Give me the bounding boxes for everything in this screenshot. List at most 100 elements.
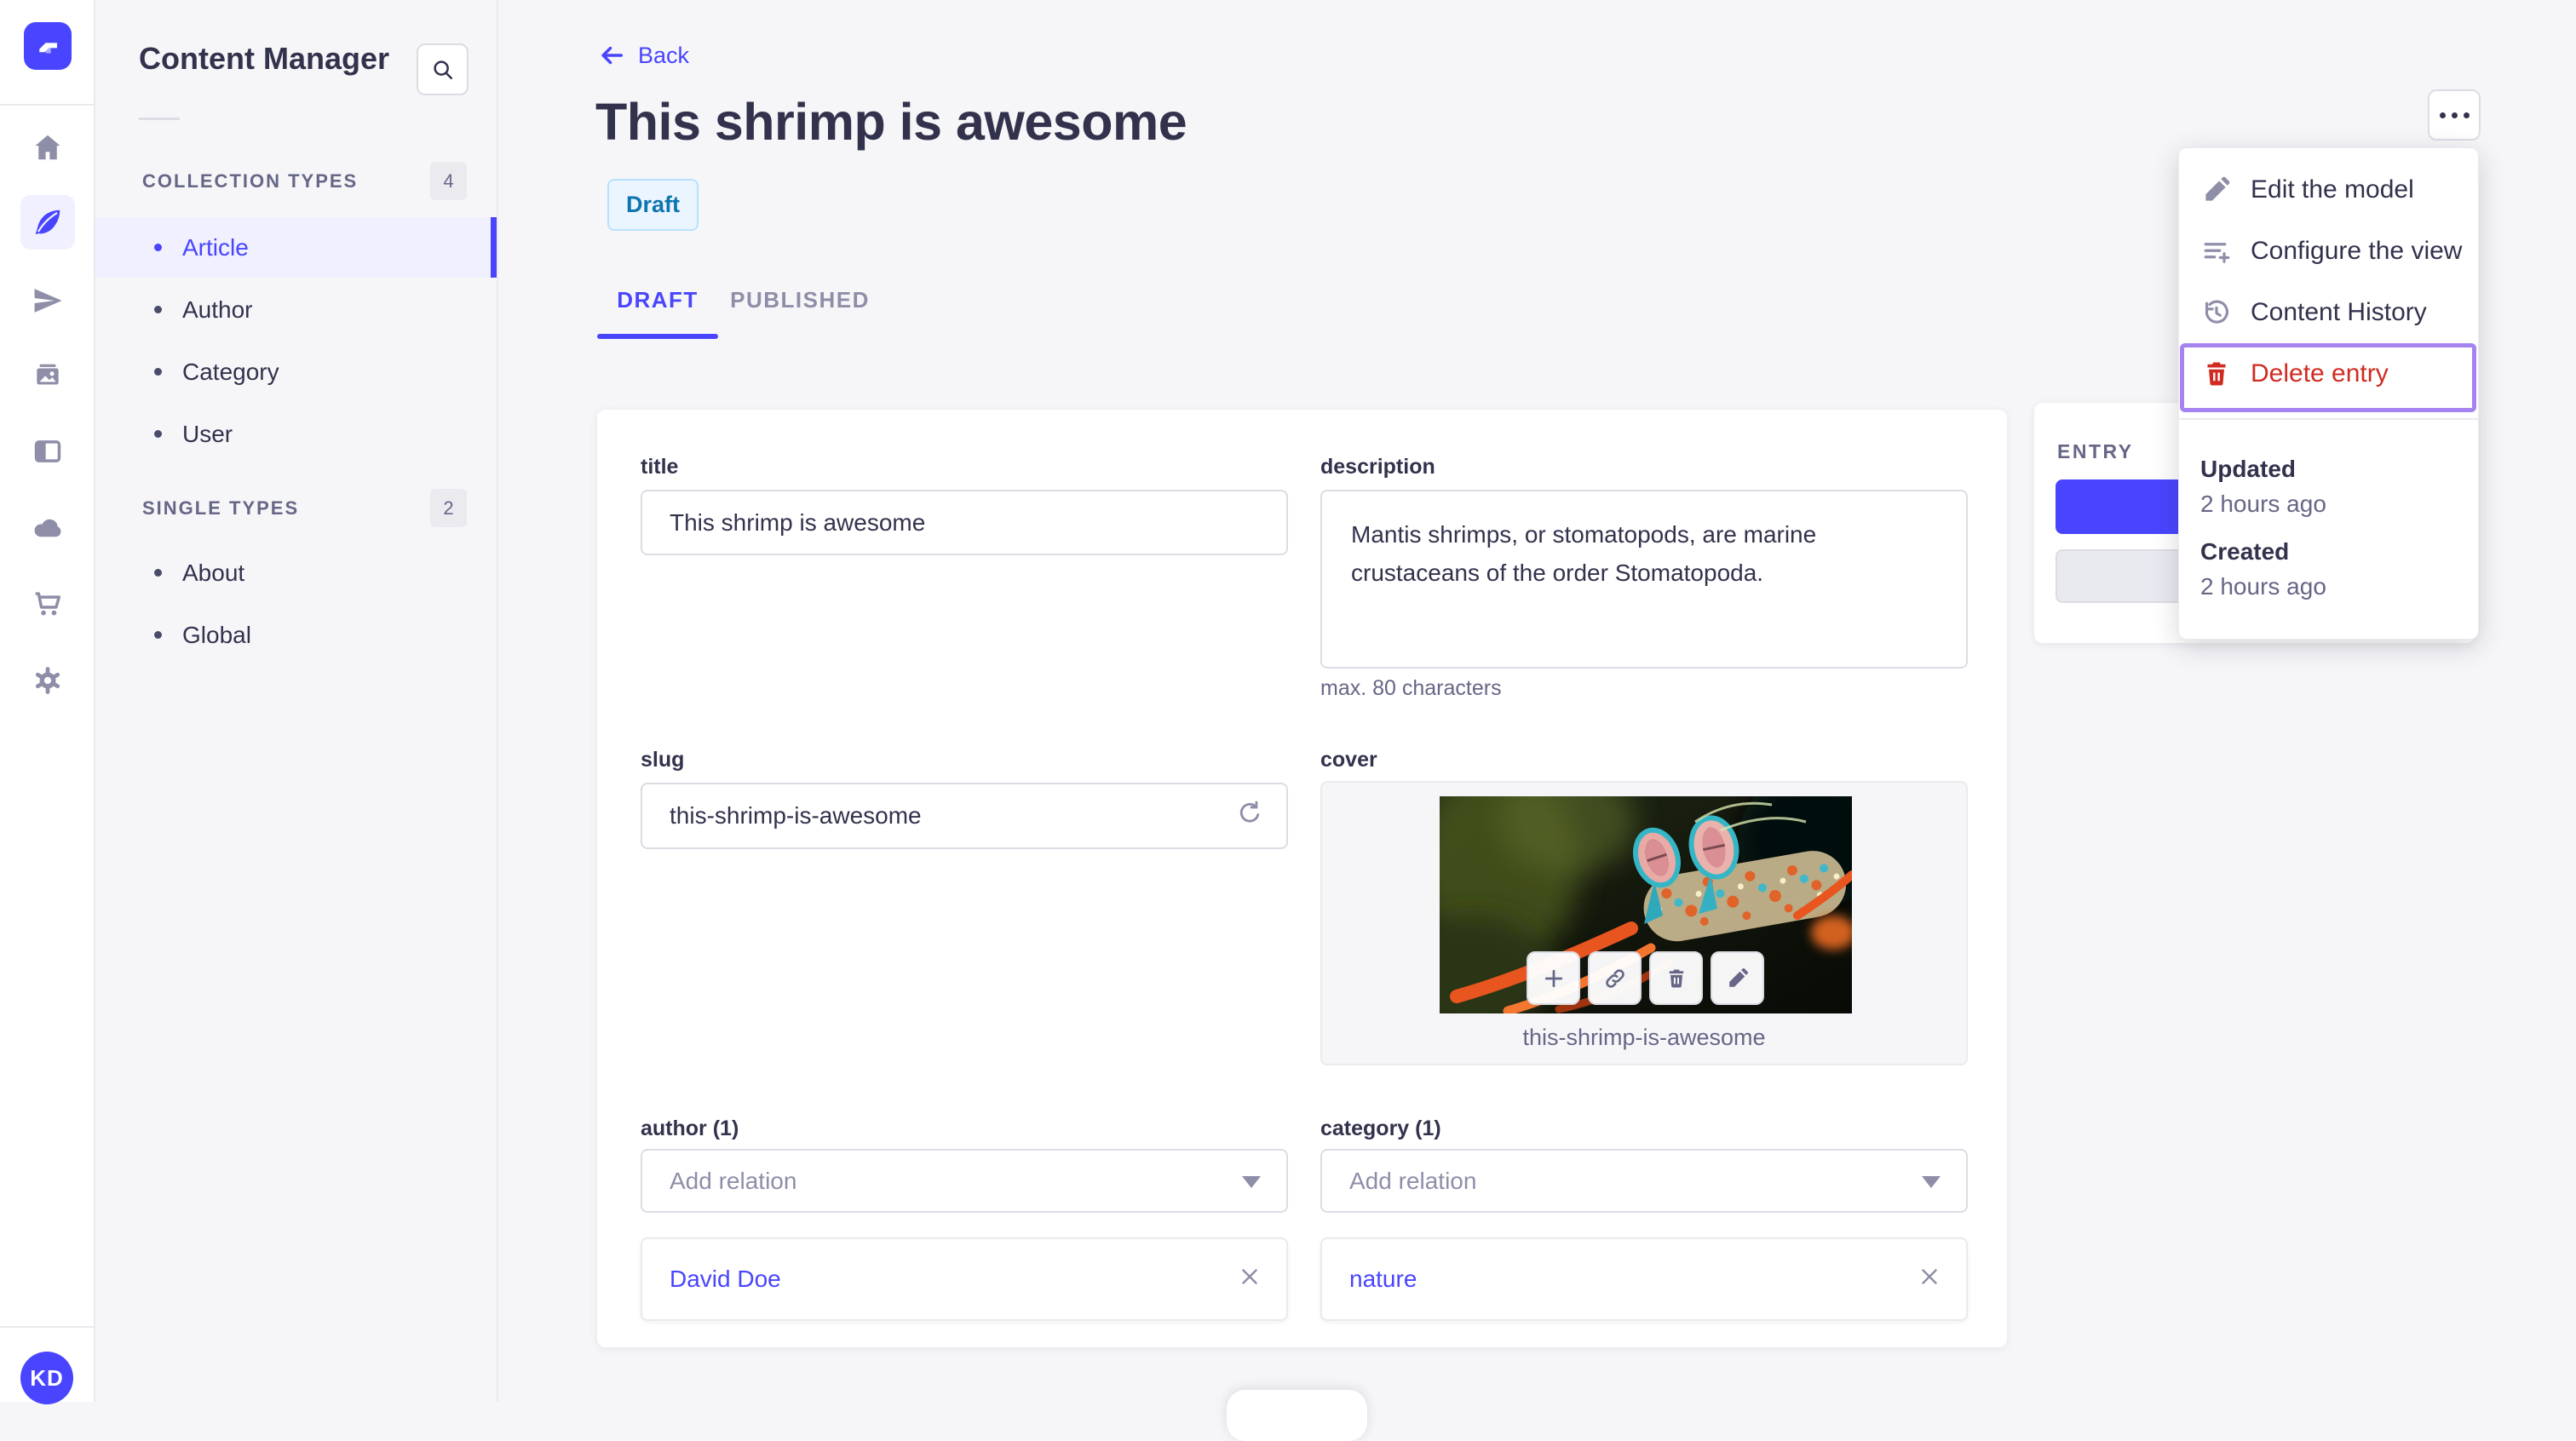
slug-field-label: slug bbox=[641, 748, 685, 772]
sidebar-item-marketplace[interactable] bbox=[20, 577, 75, 631]
status-badge: Draft bbox=[607, 179, 699, 231]
author-field-label: author (1) bbox=[641, 1117, 739, 1140]
tab-published[interactable]: PUBLISHED bbox=[718, 281, 882, 319]
delete-media-button[interactable] bbox=[1649, 951, 1703, 1005]
gear-icon bbox=[35, 667, 60, 694]
back-link[interactable]: Back bbox=[597, 41, 689, 70]
select-placeholder: Add relation bbox=[670, 1167, 797, 1194]
collection-types-header: COLLECTION TYPES 4 bbox=[95, 162, 497, 200]
more-options-button[interactable] bbox=[2428, 89, 2481, 141]
regenerate-icon[interactable] bbox=[1235, 799, 1264, 834]
single-types-header: SINGLE TYPES 2 bbox=[95, 489, 497, 527]
description-field-label: description bbox=[1320, 455, 1435, 479]
relation-link[interactable]: David Doe bbox=[670, 1266, 781, 1293]
strapi-logo[interactable] bbox=[24, 22, 72, 70]
paper-plane-icon bbox=[34, 289, 62, 313]
history-clock-icon bbox=[2205, 300, 2228, 324]
divider bbox=[0, 1326, 94, 1328]
link-icon bbox=[1605, 968, 1624, 988]
arrow-left-icon bbox=[601, 46, 624, 65]
bullet-icon bbox=[154, 244, 162, 251]
category-relation-select[interactable]: Add relation bbox=[1320, 1149, 1968, 1213]
sidebar-item-content-type-builder[interactable] bbox=[20, 424, 75, 479]
select-placeholder: Add relation bbox=[1349, 1167, 1477, 1194]
menu-item-label: Configure the view bbox=[2251, 237, 2463, 265]
ellipsis-icon bbox=[2463, 112, 2470, 118]
search-icon bbox=[433, 60, 452, 79]
created-label: Created bbox=[2200, 538, 2290, 565]
cover-caption: this-shrimp-is-awesome bbox=[1522, 1025, 1766, 1050]
remove-relation-icon[interactable] bbox=[1917, 1264, 1942, 1295]
chevron-down-icon bbox=[1922, 1175, 1941, 1188]
sidebar-item-media-library[interactable] bbox=[20, 349, 75, 404]
back-label: Back bbox=[638, 42, 690, 68]
slug-input[interactable]: this-shrimp-is-awesome bbox=[641, 783, 1288, 849]
floating-panel-peek[interactable] bbox=[1227, 1390, 1367, 1441]
edit-pencil-icon bbox=[1728, 967, 1748, 987]
menu-item-configure-the-view[interactable]: Configure the view bbox=[2179, 221, 2478, 282]
section-label: SINGLE TYPES bbox=[142, 497, 300, 519]
sidebar-item-home[interactable] bbox=[20, 120, 75, 175]
configure-list-icon bbox=[2204, 243, 2230, 263]
bullet-icon bbox=[154, 368, 162, 376]
strapi-logo-icon bbox=[39, 43, 57, 54]
copy-link-button[interactable] bbox=[1588, 951, 1642, 1005]
layout-icon bbox=[34, 440, 61, 462]
bullet-icon bbox=[154, 430, 162, 438]
divider bbox=[2179, 418, 2478, 420]
ellipsis-icon bbox=[2439, 112, 2446, 118]
sidebar-item-about[interactable]: About bbox=[95, 543, 497, 603]
sidebar-item-settings[interactable] bbox=[20, 653, 75, 708]
title-field-label: title bbox=[641, 455, 679, 479]
description-textarea[interactable]: Mantis shrimps, or stomatopods, are mari… bbox=[1320, 490, 1968, 669]
sidebar-item-deploy[interactable] bbox=[20, 501, 75, 555]
sidebar-item-releases[interactable] bbox=[20, 273, 75, 328]
chevron-down-icon bbox=[1242, 1175, 1261, 1188]
category-field-label: category (1) bbox=[1320, 1117, 1441, 1140]
sidebar-item-category[interactable]: Category bbox=[95, 342, 497, 402]
relation-link[interactable]: nature bbox=[1349, 1266, 1417, 1293]
entry-panel-title: ENTRY bbox=[2057, 440, 2134, 462]
sidebar-item-user[interactable]: User bbox=[95, 404, 497, 464]
updated-value: 2 hours ago bbox=[2200, 491, 2326, 517]
divider bbox=[139, 118, 180, 120]
cloud-icon bbox=[34, 519, 61, 537]
menu-item-delete-entry[interactable]: Delete entry bbox=[2179, 343, 2478, 405]
menu-item-content-history[interactable]: Content History bbox=[2179, 282, 2478, 343]
sidebar-item-global[interactable]: Global bbox=[95, 605, 497, 665]
edit-form-card: title This shrimp is awesome description… bbox=[597, 410, 2007, 1347]
sidebar-item-label: User bbox=[182, 420, 233, 447]
trash-icon bbox=[2207, 362, 2226, 386]
ellipsis-icon bbox=[2451, 112, 2458, 118]
page-title: This shrimp is awesome bbox=[595, 93, 1187, 151]
slug-value: this-shrimp-is-awesome bbox=[670, 802, 922, 829]
sidebar-item-article[interactable]: Article bbox=[95, 217, 497, 278]
search-button[interactable] bbox=[417, 43, 469, 95]
menu-item-edit-the-model[interactable]: Edit the model bbox=[2179, 159, 2478, 221]
edit-media-button[interactable] bbox=[1711, 951, 1764, 1005]
sidebar-item-label: Author bbox=[182, 296, 253, 323]
title-input[interactable]: This shrimp is awesome bbox=[641, 490, 1288, 555]
menu-item-label: Content History bbox=[2251, 298, 2427, 326]
author-relation-item[interactable]: David Doe bbox=[641, 1237, 1288, 1321]
user-avatar[interactable]: KD bbox=[20, 1352, 73, 1404]
divider bbox=[0, 104, 94, 106]
section-label: COLLECTION TYPES bbox=[142, 170, 359, 192]
add-icon bbox=[1544, 969, 1562, 987]
bullet-icon bbox=[154, 569, 162, 577]
media-images-icon bbox=[37, 364, 59, 385]
tab-draft[interactable]: DRAFT bbox=[597, 281, 718, 319]
content-manager-sidebar: Content Manager COLLECTION TYPES 4 Artic… bbox=[95, 0, 498, 1402]
bullet-icon bbox=[154, 306, 162, 313]
remove-relation-icon[interactable] bbox=[1237, 1264, 1262, 1295]
icon-sidebar: KD bbox=[0, 0, 95, 1404]
sidebar-item-content-manager[interactable] bbox=[20, 195, 75, 250]
add-media-button[interactable] bbox=[1527, 951, 1580, 1005]
more-options-menu: Edit the model Configure the view Conten… bbox=[2178, 147, 2479, 640]
cover-action-buttons bbox=[1527, 951, 1764, 1005]
sidebar-item-author[interactable]: Author bbox=[95, 279, 497, 340]
author-relation-select[interactable]: Add relation bbox=[641, 1149, 1288, 1213]
count-badge: 4 bbox=[430, 162, 467, 200]
menu-item-label: Edit the model bbox=[2251, 175, 2414, 204]
category-relation-item[interactable]: nature bbox=[1320, 1237, 1968, 1321]
